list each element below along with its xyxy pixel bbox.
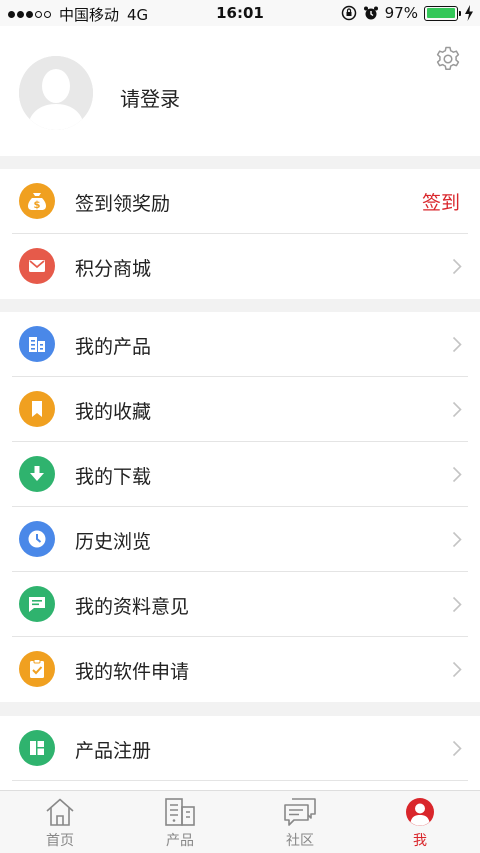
menu-item-label: 积分商城 bbox=[75, 258, 152, 280]
checkin-button[interactable]: 签到 bbox=[422, 188, 460, 215]
status-bar: 中国移动 4G 16:01 97% bbox=[0, 0, 480, 26]
status-right: 97% bbox=[341, 4, 474, 22]
home-icon bbox=[46, 798, 74, 826]
battery-icon bbox=[424, 5, 461, 21]
rewards-section: $ 签到领奖励 签到 积分商城 bbox=[0, 169, 480, 299]
menu-item-history[interactable]: 历史浏览 bbox=[0, 507, 480, 572]
menu-item-software-apply[interactable]: 我的软件申请 bbox=[0, 637, 480, 702]
chevron-right-icon bbox=[452, 336, 462, 353]
clipboard-check-icon bbox=[19, 651, 55, 687]
charging-bolt-icon bbox=[465, 5, 473, 21]
chat-icon bbox=[19, 586, 55, 622]
mail-icon bbox=[19, 248, 55, 284]
chevron-right-icon bbox=[452, 401, 462, 418]
menu-item-my-favorites[interactable]: 我的收藏 bbox=[0, 377, 480, 442]
download-icon bbox=[19, 456, 55, 492]
login-prompt[interactable]: 请登录 bbox=[120, 83, 180, 112]
menu-item-label: 我的软件申请 bbox=[75, 661, 190, 683]
menu-item-my-products[interactable]: 我的产品 bbox=[0, 312, 480, 377]
tab-label: 产品 bbox=[166, 833, 194, 849]
rotation-lock-icon bbox=[341, 5, 356, 21]
menu-item-label: 我的产品 bbox=[75, 336, 152, 358]
register-section: 产品注册 bbox=[0, 716, 480, 790]
menu-item-label: 签到领奖励 bbox=[75, 193, 171, 215]
tab-label: 社区 bbox=[286, 833, 314, 849]
menu-item-my-downloads[interactable]: 我的下载 bbox=[0, 442, 480, 507]
menu-item-label: 历史浏览 bbox=[75, 531, 152, 553]
tab-community[interactable]: 社区 bbox=[240, 791, 360, 853]
tab-me[interactable]: 我 bbox=[360, 791, 480, 853]
tab-label: 我 bbox=[413, 833, 427, 849]
clock-icon bbox=[19, 521, 55, 557]
menu-item-label: 我的下载 bbox=[75, 466, 152, 488]
menu-item-product-register[interactable]: 产品注册 bbox=[0, 716, 480, 781]
battery-level bbox=[426, 8, 455, 18]
menu-item-label: 我的资料意见 bbox=[75, 596, 190, 618]
settings-gear-icon[interactable] bbox=[435, 46, 461, 72]
tab-products[interactable]: 产品 bbox=[120, 791, 240, 853]
chat-bubbles-icon bbox=[284, 798, 316, 826]
svg-text:$: $ bbox=[34, 200, 41, 211]
chevron-right-icon bbox=[452, 258, 462, 275]
divider bbox=[12, 780, 468, 781]
menu-item-checkin[interactable]: $ 签到领奖励 签到 bbox=[0, 169, 480, 234]
chevron-right-icon bbox=[452, 531, 462, 548]
chevron-right-icon bbox=[452, 661, 462, 678]
tab-home[interactable]: 首页 bbox=[0, 791, 120, 853]
alarm-icon bbox=[363, 6, 378, 20]
menu-item-label: 产品注册 bbox=[75, 740, 152, 762]
building-icon bbox=[19, 326, 55, 362]
tab-label: 首页 bbox=[46, 833, 74, 849]
default-avatar-icon bbox=[19, 56, 93, 130]
chevron-right-icon bbox=[452, 596, 462, 613]
menu-item-feedback[interactable]: 我的资料意见 bbox=[0, 572, 480, 637]
menu-item-label: 我的收藏 bbox=[75, 401, 152, 423]
battery-percent: 97% bbox=[384, 4, 418, 22]
bookmark-icon bbox=[19, 391, 55, 427]
profile-header: 请登录 bbox=[0, 26, 480, 156]
layout-icon bbox=[19, 730, 55, 766]
menu-item-points-mall[interactable]: 积分商城 bbox=[0, 234, 480, 299]
building-icon bbox=[165, 798, 195, 826]
user-profile-icon bbox=[406, 798, 434, 826]
money-bag-icon: $ bbox=[19, 183, 55, 219]
mine-section: 我的产品 我的收藏 我的下载 历史浏览 我的资料意见 我的软件申请 bbox=[0, 312, 480, 702]
chevron-right-icon bbox=[452, 466, 462, 483]
bottom-tab-bar: 首页 产品 社区 我 bbox=[0, 790, 480, 853]
avatar[interactable] bbox=[19, 56, 93, 130]
chevron-right-icon bbox=[452, 740, 462, 757]
